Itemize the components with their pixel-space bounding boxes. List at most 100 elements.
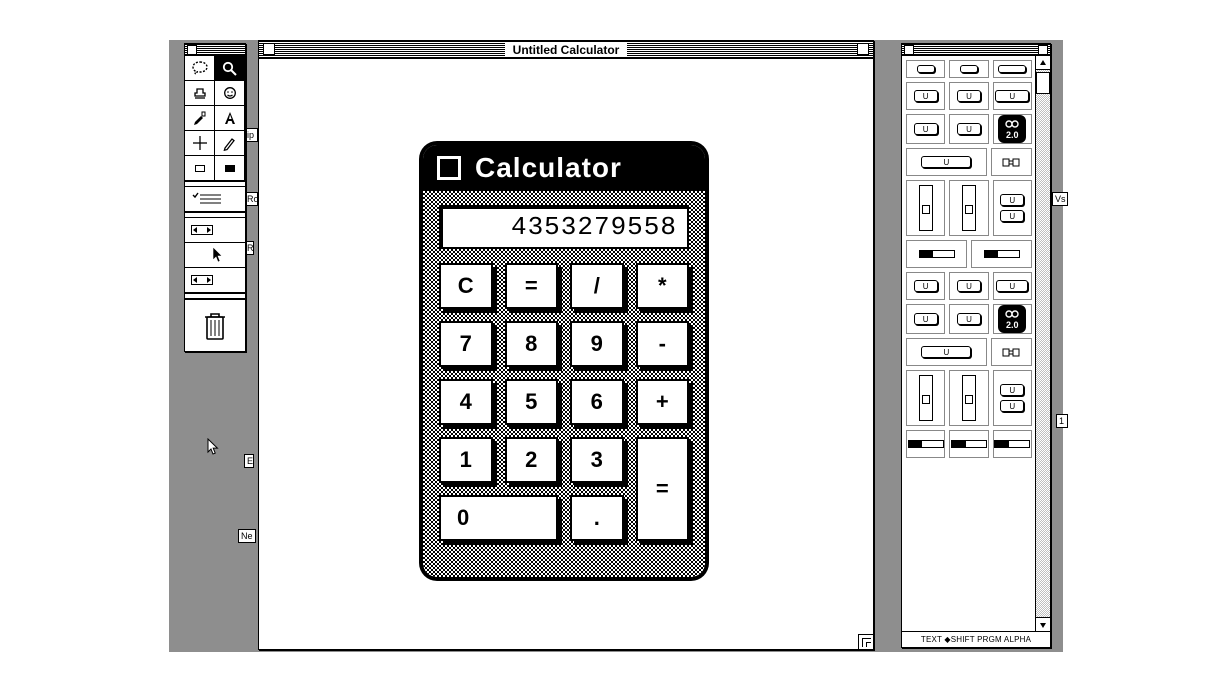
comp-chip-1[interactable]: 2.0 bbox=[993, 114, 1032, 144]
peek-e: E bbox=[244, 454, 254, 468]
comp-button-u-2[interactable]: U bbox=[949, 82, 988, 110]
tool-stamp[interactable] bbox=[184, 80, 215, 106]
binoculars-icon bbox=[1001, 156, 1021, 168]
mouse-cursor-icon bbox=[207, 438, 221, 456]
calculator-display: 4353279558 bbox=[439, 205, 689, 249]
binoculars-icon bbox=[1001, 346, 1021, 358]
comp-icon-binoculars-2[interactable] bbox=[991, 338, 1032, 366]
calc-key-minus[interactable]: - bbox=[636, 321, 690, 367]
component-palette-footer: TEXT ◆SHIFT PRGM ALPHA bbox=[902, 631, 1050, 647]
comp-slider-v-3[interactable] bbox=[906, 370, 945, 426]
comp-progress-5[interactable] bbox=[993, 430, 1032, 458]
calc-key-equals-2[interactable]: = bbox=[636, 437, 690, 541]
calc-key-4[interactable]: 4 bbox=[439, 379, 493, 425]
comp-progress-3[interactable] bbox=[906, 430, 945, 458]
tool-rect-empty[interactable] bbox=[184, 155, 215, 181]
tool-palette-header[interactable] bbox=[185, 44, 245, 56]
comp-button-u-3[interactable]: U bbox=[906, 114, 945, 144]
calc-key-divide[interactable]: / bbox=[570, 263, 624, 309]
comp-progress-1[interactable] bbox=[906, 240, 967, 268]
tool-rect-filled[interactable] bbox=[214, 155, 245, 181]
calc-key-decimal[interactable]: . bbox=[570, 495, 624, 541]
calc-key-8[interactable]: 8 bbox=[505, 321, 559, 367]
comp-stack-1[interactable]: U U bbox=[993, 180, 1032, 236]
calculator-system-box-icon[interactable] bbox=[437, 156, 461, 180]
comp-progress-4[interactable] bbox=[949, 430, 988, 458]
comp-button-u-wide[interactable]: U bbox=[993, 82, 1032, 110]
component-palette-scrollbar[interactable] bbox=[1035, 56, 1050, 631]
component-palette[interactable]: U U U U U 2.0 U U bbox=[901, 43, 1051, 648]
scrollbar-thumb[interactable] bbox=[1036, 72, 1050, 94]
calculator-title: Calculator bbox=[475, 152, 622, 184]
chip-icon: 2.0 bbox=[998, 115, 1026, 143]
peek-ne: Ne bbox=[238, 529, 256, 543]
calc-key-5[interactable]: 5 bbox=[505, 379, 559, 425]
component-palette-header[interactable] bbox=[902, 44, 1050, 56]
comp-button-u-9[interactable]: U bbox=[949, 304, 988, 334]
calc-key-9[interactable]: 9 bbox=[570, 321, 624, 367]
chip-icon: 2.0 bbox=[998, 305, 1026, 333]
calc-key-3[interactable]: 3 bbox=[570, 437, 624, 483]
peek-ip: ip bbox=[244, 128, 258, 142]
scrollbar-down-arrow[interactable] bbox=[1036, 617, 1050, 631]
scrollbar-up-arrow[interactable] bbox=[1036, 56, 1050, 70]
comp-button-u-1[interactable]: U bbox=[906, 82, 945, 110]
comp-slider-v-2[interactable] bbox=[949, 180, 988, 236]
tool-smiley[interactable] bbox=[214, 80, 245, 106]
peek-vs: Vs bbox=[1052, 192, 1068, 206]
component-palette-scroll: U U U U U 2.0 U U bbox=[902, 56, 1050, 631]
calculator-keypad: C = / * 7 8 9 - 4 5 6 + 1 2 3 = 0 bbox=[439, 263, 689, 541]
comp-button-u-8[interactable]: U bbox=[906, 304, 945, 334]
window-grow-box[interactable] bbox=[858, 634, 874, 650]
comp-button-u-4[interactable]: U bbox=[949, 114, 988, 144]
tool-pencil[interactable] bbox=[214, 130, 245, 156]
calc-key-plus[interactable]: + bbox=[636, 379, 690, 425]
calculator-body: 4353279558 C = / * 7 8 9 - 4 5 6 + 1 2 bbox=[423, 191, 705, 577]
calc-key-1[interactable]: 1 bbox=[439, 437, 493, 483]
tool-crosshair[interactable] bbox=[184, 130, 215, 156]
tool-prev-next-1[interactable] bbox=[184, 217, 246, 243]
comp-icon-binoculars-1[interactable] bbox=[991, 148, 1032, 176]
calculator-titlebar[interactable]: Calculator bbox=[423, 145, 705, 191]
comp-slider-v-1[interactable] bbox=[906, 180, 945, 236]
tool-lasso[interactable] bbox=[184, 55, 215, 81]
tool-checklist[interactable] bbox=[184, 186, 246, 212]
peek-num: 1 bbox=[1056, 414, 1068, 428]
calc-key-0[interactable]: 0 bbox=[439, 495, 558, 541]
document-window: Untitled Calculator Calculator 435327955… bbox=[258, 40, 874, 650]
comp-button-u-wide-3[interactable]: U bbox=[906, 338, 987, 366]
comp-button-u-5[interactable]: U bbox=[906, 272, 945, 300]
tool-palette[interactable] bbox=[184, 43, 246, 352]
comp-button-u-7[interactable]: U bbox=[993, 272, 1032, 300]
window-zoom-box[interactable] bbox=[857, 43, 869, 55]
calc-key-6[interactable]: 6 bbox=[570, 379, 624, 425]
calc-key-7[interactable]: 7 bbox=[439, 321, 493, 367]
calc-key-multiply[interactable]: * bbox=[636, 263, 690, 309]
calc-key-2[interactable]: 2 bbox=[505, 437, 559, 483]
scrollbar-track[interactable] bbox=[1036, 70, 1050, 617]
comp-button-u-wide-2[interactable]: U bbox=[906, 148, 987, 176]
comp-button-small-3[interactable] bbox=[993, 60, 1032, 78]
window-close-box[interactable] bbox=[263, 43, 275, 55]
calc-key-equals-1[interactable]: = bbox=[505, 263, 559, 309]
window-title: Untitled Calculator bbox=[505, 43, 628, 57]
tool-text[interactable] bbox=[214, 105, 245, 131]
comp-slider-v-4[interactable] bbox=[949, 370, 988, 426]
comp-stack-2[interactable]: U U bbox=[993, 370, 1032, 426]
tool-trash[interactable] bbox=[185, 299, 245, 351]
comp-button-small-1[interactable] bbox=[906, 60, 945, 78]
tool-magnify[interactable] bbox=[214, 55, 245, 81]
peek-ro: Ro bbox=[244, 192, 258, 206]
calculator-frame: Calculator 4353279558 C = / * 7 8 9 - 4 … bbox=[423, 145, 705, 577]
comp-button-u-6[interactable]: U bbox=[949, 272, 988, 300]
calc-key-clear[interactable]: C bbox=[439, 263, 493, 309]
tool-brush[interactable] bbox=[184, 105, 215, 131]
comp-button-small-2[interactable] bbox=[949, 60, 988, 78]
comp-chip-2[interactable]: 2.0 bbox=[993, 304, 1032, 334]
window-titlebar[interactable]: Untitled Calculator bbox=[259, 41, 873, 59]
comp-progress-2[interactable] bbox=[971, 240, 1032, 268]
tool-prev-next-2[interactable] bbox=[184, 267, 246, 293]
tool-pointer[interactable] bbox=[184, 242, 246, 268]
trash-icon bbox=[202, 309, 228, 343]
calculator-widget[interactable]: Calculator 4353279558 C = / * 7 8 9 - 4 … bbox=[419, 141, 709, 581]
